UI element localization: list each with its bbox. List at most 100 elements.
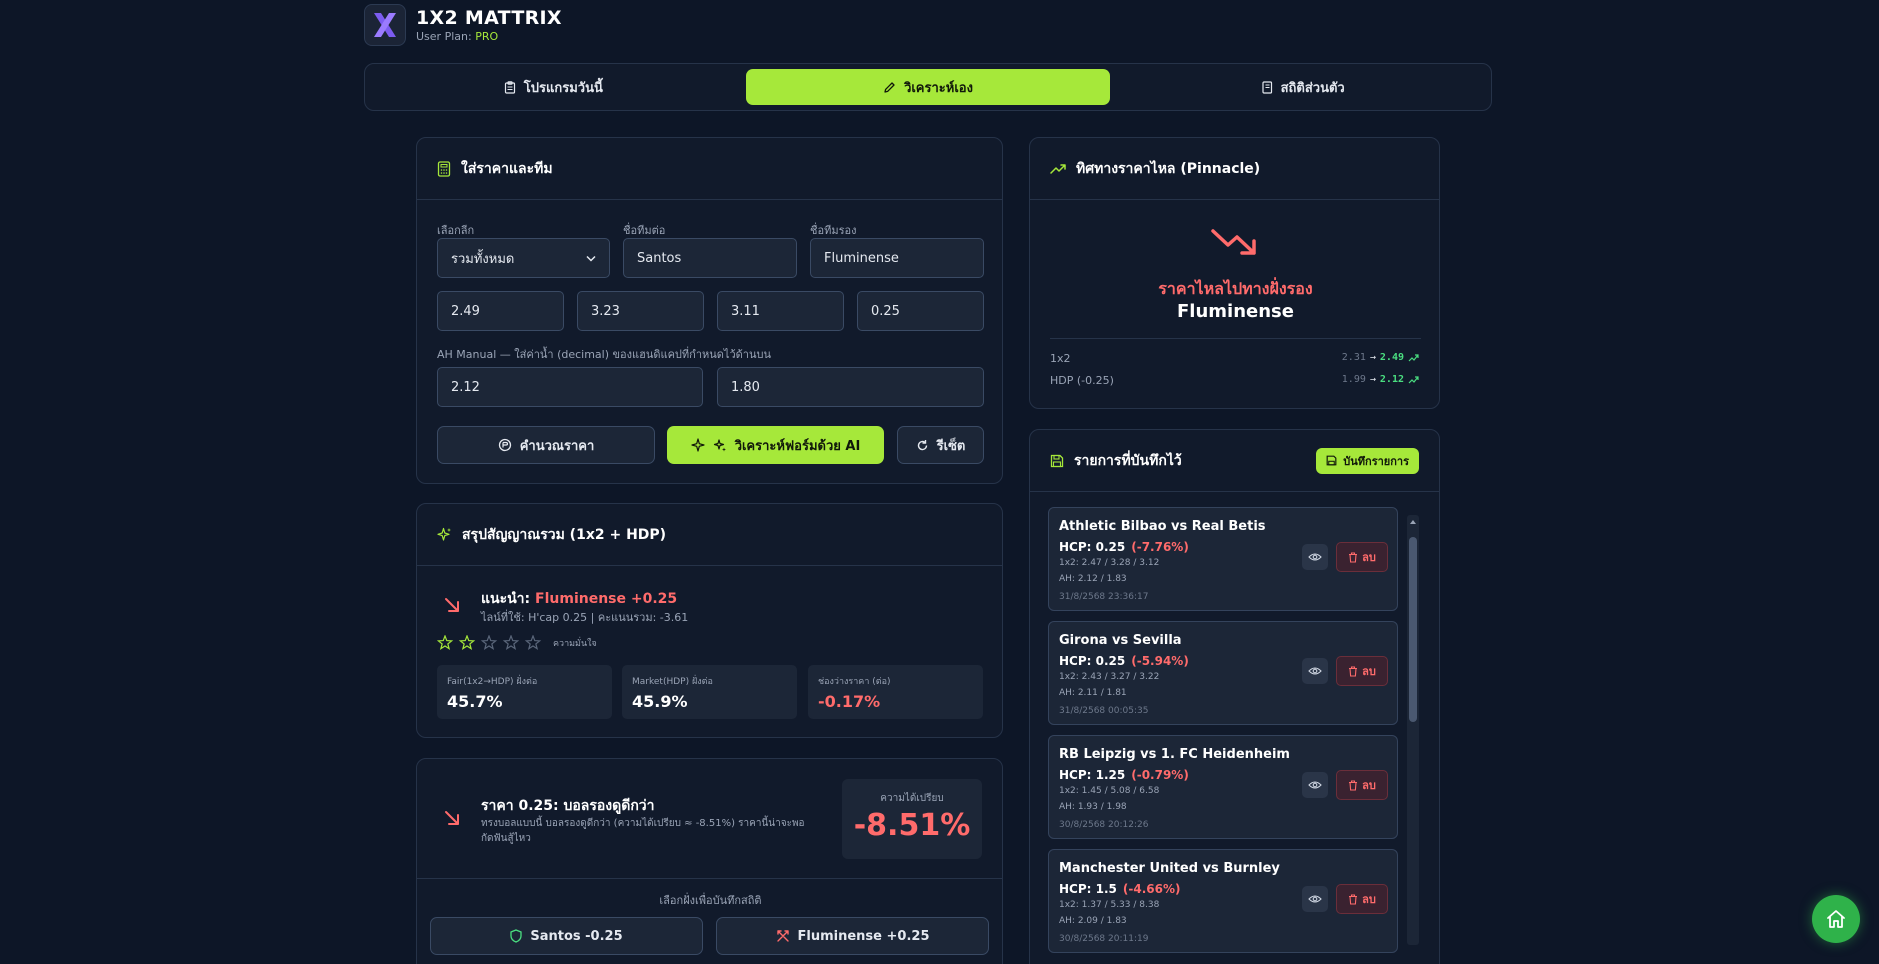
ah-away-value: 1.80 xyxy=(731,379,760,395)
calculate-button[interactable]: คำนวณราคา xyxy=(437,426,655,464)
star-empty-icon xyxy=(480,635,498,651)
home-team-value: Santos xyxy=(637,250,682,266)
flow-from: 2.31 xyxy=(1341,352,1366,363)
delete-button[interactable]: ลบ xyxy=(1336,770,1388,800)
arrow-down-right-icon xyxy=(445,811,459,825)
view-button[interactable] xyxy=(1302,886,1328,912)
sparkles-icon xyxy=(713,439,726,452)
stat-price-gap: ช่องว่างราคา (ต่อ) -0.17% xyxy=(808,665,983,719)
pick-home-label: Santos -0.25 xyxy=(530,928,623,944)
edge-percent: (-7.76%) xyxy=(1131,540,1189,554)
away-odds-input[interactable]: 3.11 xyxy=(717,291,844,331)
ai-analyze-button[interactable]: วิเคราะห์ฟอร์มด้วย AI xyxy=(667,426,884,464)
view-button[interactable] xyxy=(1302,544,1328,570)
refresh-icon xyxy=(917,439,927,450)
odds-ah: AH: 1.93 / 1.98 xyxy=(1059,802,1127,812)
league-label: เลือกลีก xyxy=(437,224,475,237)
draw-odds-input[interactable]: 3.23 xyxy=(577,291,704,331)
home-odds-value: 2.49 xyxy=(451,303,480,319)
away-team-label: ชื่อทีมรอง xyxy=(810,224,857,237)
tab-manual-analysis[interactable]: วิเคราะห์เอง xyxy=(745,69,1111,105)
edge-percent: (-5.94%) xyxy=(1131,654,1189,668)
swords-icon xyxy=(776,930,789,942)
edge-percent: (-4.66%) xyxy=(1122,882,1181,896)
league-select[interactable]: รวมทั้งหมด xyxy=(437,238,610,278)
card-header: ใส่ราคาและทีม xyxy=(417,138,1002,200)
delete-button[interactable]: ลบ xyxy=(1336,542,1388,572)
ah-home-input[interactable]: 2.12 xyxy=(437,367,703,407)
sparkles-icon xyxy=(691,438,705,452)
match-name: Athletic Bilbao vs Real Betis xyxy=(1059,519,1266,534)
scrollbar-thumb[interactable] xyxy=(1409,537,1417,722)
reset-button[interactable]: รีเซ็ต xyxy=(897,426,984,464)
pick-away-label: Fluminense +0.25 xyxy=(797,928,930,944)
divider xyxy=(1050,338,1421,339)
flow-direction: ราคาไหลไปทางฝั่งรอง xyxy=(1158,279,1313,298)
away-team-input[interactable]: Fluminense xyxy=(810,238,984,278)
star-rating-icon xyxy=(437,635,542,651)
pencil-icon xyxy=(884,81,895,93)
star-filled-icon xyxy=(437,635,454,651)
saved-list-scrollbar[interactable] xyxy=(1407,515,1419,945)
edge-percent: (-0.79%) xyxy=(1131,768,1189,782)
flow-team: Fluminense xyxy=(1177,301,1294,322)
user-plan: User Plan: PRO xyxy=(416,30,498,43)
home-team-input[interactable]: Santos xyxy=(623,238,797,278)
shield-icon xyxy=(510,929,523,943)
eye-icon xyxy=(1308,667,1322,675)
view-button[interactable] xyxy=(1302,658,1328,684)
hcp-value: HCP: 1.5 xyxy=(1059,882,1117,896)
home-button[interactable] xyxy=(1812,895,1860,943)
app-logo xyxy=(364,4,406,46)
tab-label: วิเคราะห์เอง xyxy=(904,80,973,96)
card-title-group: รายการที่บันทึกไว้ xyxy=(1050,450,1182,472)
handicap-input[interactable]: 0.25 xyxy=(857,291,984,331)
divider xyxy=(417,878,1002,879)
trending-down-icon xyxy=(1211,229,1256,255)
ah-home-value: 2.12 xyxy=(451,379,480,395)
card-header: รายการที่บันทึกไว้ บันทึกรายการ xyxy=(1030,430,1439,492)
x-logo-icon xyxy=(374,13,396,37)
ai-analyze-button-label: วิเคราะห์ฟอร์มด้วย AI xyxy=(734,438,861,454)
eye-icon xyxy=(1308,895,1322,903)
view-button[interactable] xyxy=(1302,772,1328,798)
delete-button[interactable]: ลบ xyxy=(1336,884,1388,914)
tab-personal-stats[interactable]: สถิติส่วนตัว xyxy=(1120,69,1485,105)
card-title: สรุปสัญญาณรวม (1x2 + HDP) xyxy=(462,526,667,543)
save-icon xyxy=(1326,455,1337,466)
hcp-line: HCP: 1.25 (-0.79%) xyxy=(1059,768,1189,782)
home-team-label: ชื่อทีมต่อ xyxy=(623,224,666,237)
flow-to: 2.12 xyxy=(1379,374,1404,385)
flow-to: 2.49 xyxy=(1379,352,1404,363)
app-title: 1X2 MATTRIX xyxy=(416,7,562,29)
calculate-button-label: คำนวณราคา xyxy=(519,438,595,454)
trash-icon xyxy=(1349,551,1358,563)
price-flow-card: ทิศทางราคาไหล (Pinnacle) ราคาไหลไปทางฝั่… xyxy=(1029,137,1440,409)
timestamp: 30/8/2568 20:11:19 xyxy=(1059,934,1149,944)
stat-market-prob: Market(HDP) ฝั่งต่อ 45.9% xyxy=(622,665,797,719)
calculator-icon xyxy=(437,160,451,177)
stat-value: 45.7% xyxy=(447,692,503,711)
price-verdict-title: ราคา 0.25: บอลรองดูดีกว่า xyxy=(481,798,655,814)
scroll-up-icon xyxy=(1410,520,1416,524)
pick-away-button[interactable]: Fluminense +0.25 xyxy=(716,917,989,955)
recommend-pick: Fluminense +0.25 xyxy=(535,591,678,607)
ah-away-input[interactable]: 1.80 xyxy=(717,367,984,407)
odds-1x2: 1x2: 1.45 / 5.08 / 6.58 xyxy=(1059,786,1160,796)
card-title: รายการที่บันทึกไว้ xyxy=(1074,452,1182,469)
arrow-down-right-icon xyxy=(445,598,459,612)
card-header: ทิศทางราคาไหล (Pinnacle) xyxy=(1030,138,1439,200)
tab-today-program[interactable]: โปรแกรมวันนี้ xyxy=(371,69,736,105)
save-entry-button[interactable]: บันทึกรายการ xyxy=(1316,447,1419,474)
list-item: Girona vs Sevilla HCP: 0.25 (-5.94%) 1x2:… xyxy=(1048,621,1398,725)
home-odds-input[interactable]: 2.49 xyxy=(437,291,564,331)
eye-icon xyxy=(1308,553,1322,561)
delete-button[interactable]: ลบ xyxy=(1336,656,1388,686)
save-icon xyxy=(1050,454,1064,467)
pick-home-button[interactable]: Santos -0.25 xyxy=(430,917,703,955)
odds-1x2: 1x2: 1.37 / 5.33 / 8.38 xyxy=(1059,900,1160,910)
odds-ah: AH: 2.09 / 1.83 xyxy=(1059,916,1127,926)
main-tabs: โปรแกรมวันนี้ วิเคราะห์เอง สถิติส่วนตัว xyxy=(364,63,1492,111)
tab-label: โปรแกรมวันนี้ xyxy=(523,80,603,96)
flow-row-label: HDP (-0.25) xyxy=(1050,374,1114,387)
